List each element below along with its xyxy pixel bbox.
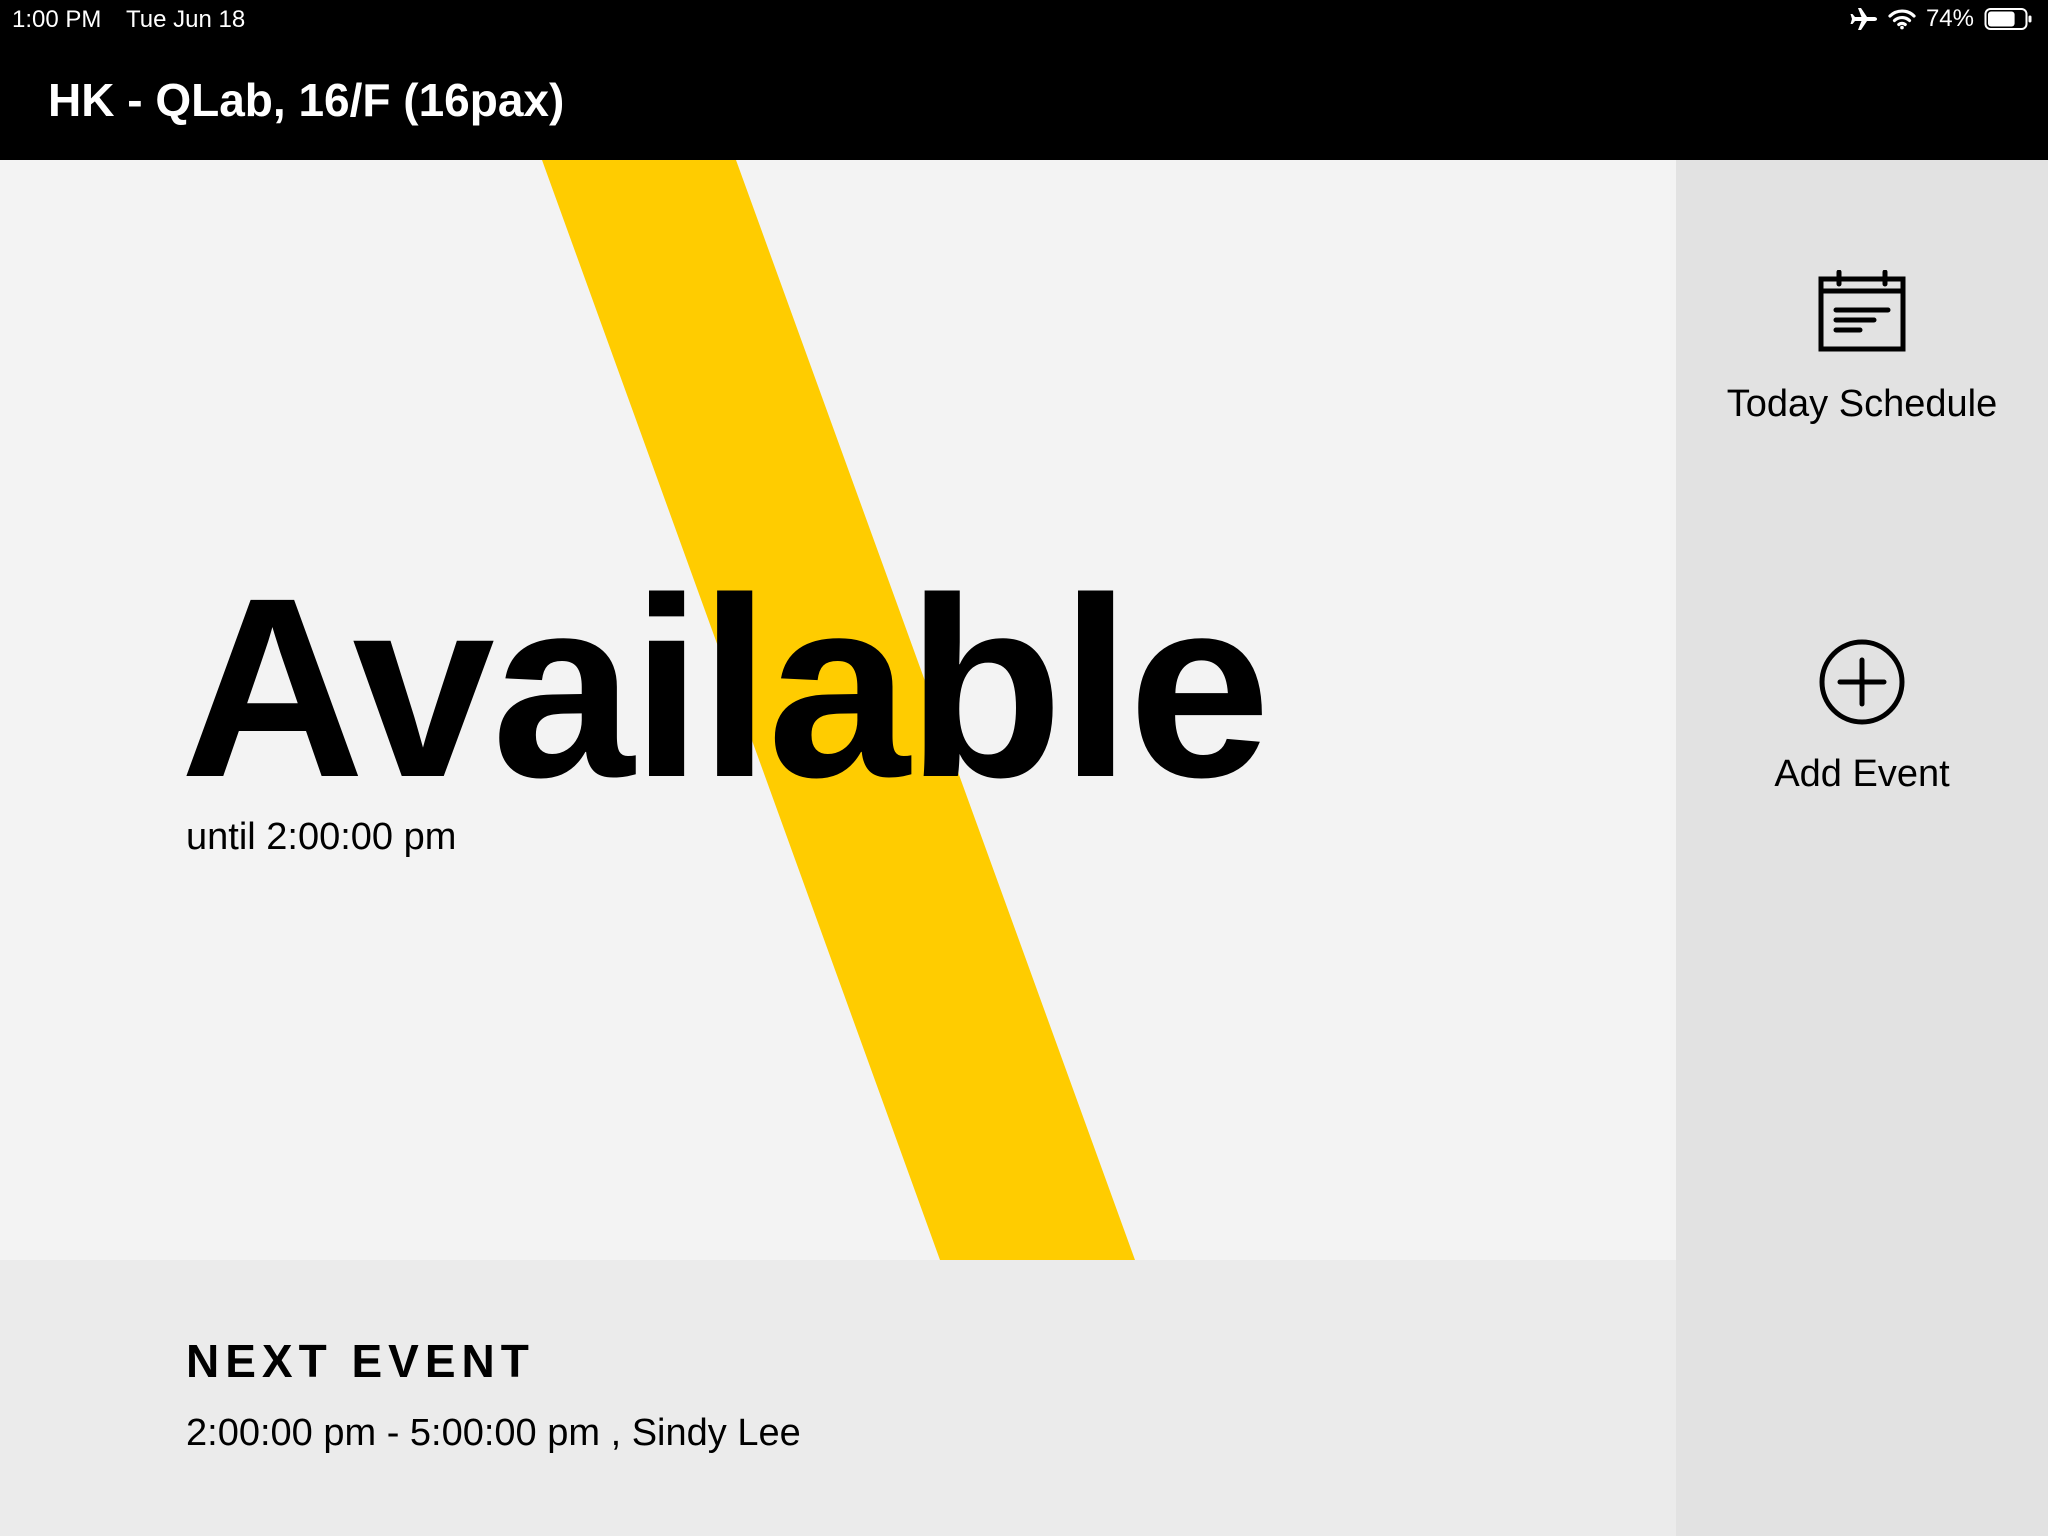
next-event-detail: 2:00:00 pm - 5:00:00 pm , Sindy Lee	[186, 1412, 801, 1454]
next-event-panel: NEXT EVENT 2:00:00 pm - 5:00:00 pm , Sin…	[0, 1260, 1676, 1536]
today-schedule-label: Today Schedule	[1726, 383, 1998, 425]
sidebar: Today Schedule Add Event	[1676, 160, 2048, 1536]
plus-circle-icon	[1818, 638, 1906, 731]
available-until: until 2:00:00 pm	[186, 816, 457, 858]
room-title: HK - QLab, 16/F (16pax)	[48, 74, 565, 126]
app-header: HK - QLab, 16/F (16pax)	[0, 40, 2048, 160]
next-event-heading: NEXT EVENT	[186, 1335, 535, 1387]
availability-status: Available	[180, 545, 1271, 831]
status-indicators: 74%	[1850, 5, 2034, 33]
add-event-button[interactable]: Add Event	[1676, 638, 2048, 796]
battery-percent: 74%	[1925, 5, 1974, 32]
availability-panel: Available until 2:00:00 pm	[0, 160, 1676, 1260]
calendar-icon	[1818, 269, 1906, 357]
status-time: 1:00 PM	[12, 6, 102, 33]
today-schedule-button[interactable]: Today Schedule	[1676, 269, 2048, 426]
wifi-icon	[1888, 8, 1916, 30]
battery-icon	[1984, 7, 2034, 31]
status-date: Tue Jun 18	[126, 6, 246, 33]
battery-fill	[1988, 11, 2015, 27]
status-bar: 1:00 PM Tue Jun 18 74%	[0, 0, 2048, 40]
room-display-screen: 1:00 PM Tue Jun 18 74% HK - QLab, 16/F (…	[0, 0, 2048, 1536]
airplane-icon	[1850, 7, 1878, 31]
add-event-label: Add Event	[1774, 753, 1950, 795]
